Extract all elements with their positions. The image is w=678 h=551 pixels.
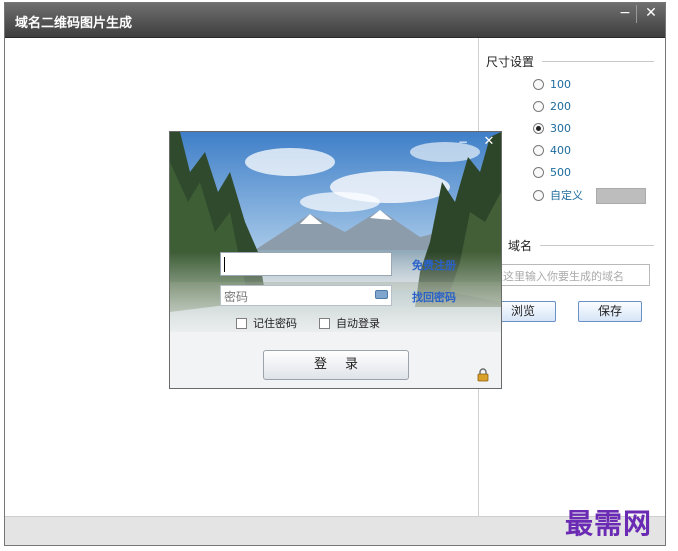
save-button[interactable]: 保存 <box>578 301 642 322</box>
remember-password-option[interactable]: 记住密码 <box>236 316 297 330</box>
register-link[interactable]: 免费注册 <box>412 257 456 273</box>
checkbox[interactable] <box>236 317 247 329</box>
domain-divider <box>540 245 654 246</box>
radio-button[interactable] <box>533 189 544 201</box>
close-button[interactable]: ✕ <box>641 4 661 22</box>
radio-button[interactable] <box>533 100 544 112</box>
text-caret <box>224 257 225 272</box>
size-settings-divider <box>542 61 654 62</box>
size-option-200[interactable]: 200 <box>533 98 571 114</box>
auto-login-option[interactable]: 自动登录 <box>319 316 380 330</box>
login-dialog: − ✕ 密码 免费注册 找回密码 记住密码 自动登录 登录 <box>169 131 502 389</box>
domain-input[interactable]: 在这里输入你要生成的域名 <box>485 264 650 286</box>
login-button[interactable]: 登录 <box>263 350 409 380</box>
minimize-button[interactable]: − <box>615 4 635 22</box>
size-option-100[interactable]: 100 <box>533 76 571 92</box>
recover-password-link[interactable]: 找回密码 <box>412 289 456 305</box>
window-title: 域名二维码图片生成 <box>15 16 133 31</box>
size-option-300[interactable]: 300 <box>533 120 571 136</box>
radio-button[interactable] <box>533 166 544 178</box>
radio-button-selected[interactable] <box>533 122 544 134</box>
radio-button[interactable] <box>533 78 544 90</box>
size-settings-heading: 尺寸设置 <box>486 55 535 69</box>
title-button-divider <box>636 5 637 23</box>
title-bar: 域名二维码图片生成 − ✕ <box>5 3 665 38</box>
size-option-custom[interactable]: 自定义 <box>533 187 583 203</box>
size-option-500[interactable]: 500 <box>533 164 571 180</box>
custom-size-input[interactable] <box>596 188 646 204</box>
site-watermark: 最需网 <box>565 507 653 540</box>
dialog-close-button[interactable]: ✕ <box>482 135 496 149</box>
password-input[interactable]: 密码 <box>220 285 392 306</box>
checkbox[interactable] <box>319 317 330 329</box>
domain-heading: 域名 <box>508 239 533 253</box>
lock-icon[interactable] <box>476 368 490 382</box>
dialog-minimize-button[interactable]: − <box>456 135 470 149</box>
keyboard-icon[interactable] <box>375 290 388 299</box>
size-option-400[interactable]: 400 <box>533 142 571 158</box>
radio-button[interactable] <box>533 144 544 156</box>
account-input[interactable] <box>220 252 392 276</box>
